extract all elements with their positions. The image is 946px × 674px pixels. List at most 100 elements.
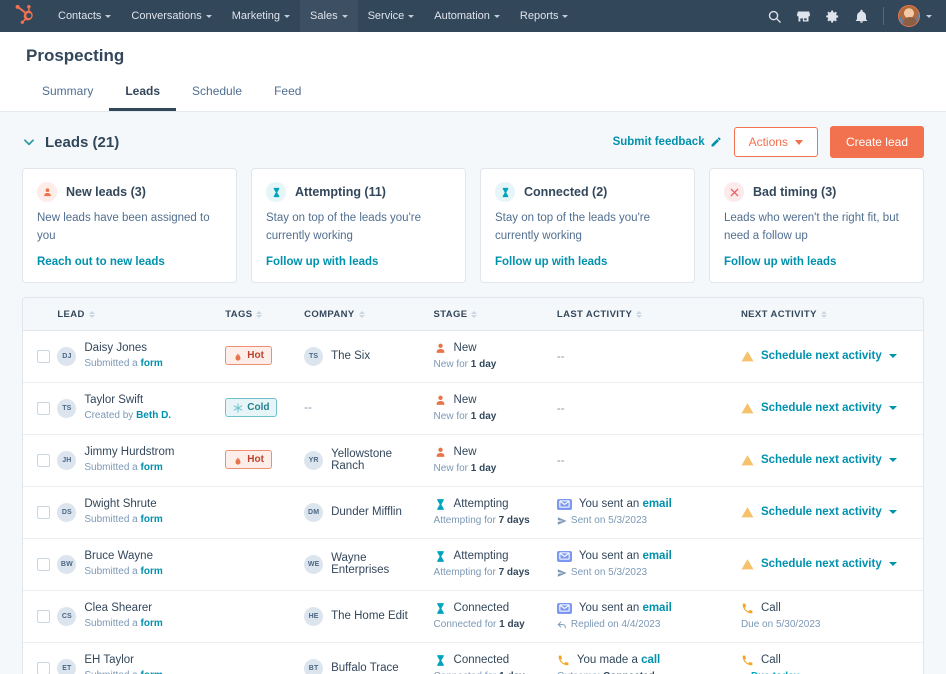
lead-name[interactable]: Dwight Shrute	[84, 497, 162, 513]
schedule-next-activity-button[interactable]: Schedule next activity	[741, 454, 917, 467]
row-checkbox[interactable]	[37, 558, 50, 571]
lead-name[interactable]: Clea Shearer	[84, 601, 162, 617]
lead-cell: DSDwight ShruteSubmitted a form	[57, 486, 225, 538]
stage-duration: New for 1 day	[434, 462, 551, 476]
company-name[interactable]: Dunder Mifflin	[331, 506, 402, 518]
last-activity-link[interactable]: call	[641, 654, 660, 666]
tags-cell: Hot	[225, 330, 304, 382]
nav-item-service[interactable]: Service	[358, 0, 425, 32]
column-header-company[interactable]: COMPANY	[304, 298, 433, 331]
column-header-last-activity[interactable]: LAST ACTIVITY	[557, 298, 741, 331]
lead-avatar: DJ	[57, 347, 76, 366]
schedule-next-activity-button[interactable]: Schedule next activity	[741, 350, 917, 363]
schedule-next-activity-button[interactable]: Schedule next activity	[741, 506, 917, 519]
schedule-next-activity-button[interactable]: Schedule next activity	[741, 558, 917, 571]
column-header-tags[interactable]: TAGS	[225, 298, 304, 331]
notifications-bell-icon[interactable]	[854, 9, 869, 24]
nav-item-automation[interactable]: Automation	[424, 0, 510, 32]
row-checkbox[interactable]	[37, 506, 50, 519]
table-row[interactable]: TSTaylor SwiftCreated by Beth D.Cold--Ne…	[23, 382, 923, 434]
marketplace-icon[interactable]	[796, 9, 811, 24]
lead-subtext-link[interactable]: form	[141, 566, 163, 577]
card-action-link[interactable]: Follow up with leads	[724, 256, 909, 268]
warning-triangle-icon	[741, 402, 754, 415]
column-header-lead[interactable]: LEAD	[57, 298, 225, 331]
column-header-stage[interactable]: STAGE	[434, 298, 557, 331]
search-icon[interactable]	[767, 9, 782, 24]
create-lead-button[interactable]: Create lead	[830, 126, 924, 158]
submit-feedback-link[interactable]: Submit feedback	[613, 136, 722, 148]
company-name[interactable]: Wayne Enterprises	[331, 552, 427, 576]
lead-subtext-link[interactable]: form	[141, 462, 163, 473]
schedule-next-activity-button[interactable]: Schedule next activity	[741, 402, 917, 415]
settings-gear-icon[interactable]	[825, 9, 840, 24]
nav-item-reports[interactable]: Reports	[510, 0, 579, 32]
tab-schedule[interactable]: Schedule	[176, 76, 258, 111]
column-header-next-activity[interactable]: NEXT ACTIVITY	[741, 298, 923, 331]
next-activity-main[interactable]: Call	[741, 600, 917, 616]
lead-subtext-link[interactable]: Beth D.	[136, 410, 171, 421]
lead-subtext-link[interactable]: form	[141, 618, 163, 629]
last-activity-link[interactable]: email	[642, 498, 671, 510]
company-cell: DMDunder Mifflin	[304, 486, 433, 538]
stage-duration: New for 1 day	[434, 358, 551, 372]
tag-cold[interactable]: Cold	[225, 398, 277, 417]
lead-subtext-link[interactable]: form	[141, 670, 163, 674]
last-activity-sub: Sent on 5/3/2023	[557, 514, 735, 528]
status-card-new-leads[interactable]: New leads (3) New leads have been assign…	[22, 168, 237, 283]
card-action-link[interactable]: Follow up with leads	[495, 256, 680, 268]
leads-action-group: Submit feedback Actions Create lead	[613, 126, 924, 158]
next-activity-label: Call	[761, 600, 781, 616]
tag-label: Hot	[247, 454, 264, 465]
card-action-link[interactable]: Follow up with leads	[266, 256, 451, 268]
table-row[interactable]: CSClea ShearerSubmitted a formHEThe Home…	[23, 590, 923, 642]
last-activity-main: You sent an email	[557, 600, 735, 616]
status-card-connected[interactable]: Connected (2) Stay on top of the leads y…	[480, 168, 695, 283]
lead-name[interactable]: Daisy Jones	[84, 341, 162, 357]
card-description: Leads who weren't the right fit, but nee…	[724, 210, 909, 246]
company-name[interactable]: The Home Edit	[331, 610, 408, 622]
tab-summary[interactable]: Summary	[26, 76, 109, 111]
tab-leads[interactable]: Leads	[109, 76, 176, 111]
nav-item-sales[interactable]: Sales	[300, 0, 358, 32]
chevron-down-icon[interactable]	[22, 135, 36, 149]
status-card-attempting[interactable]: Attempting (11) Stay on top of the leads…	[251, 168, 466, 283]
tag-hot[interactable]: Hot	[225, 346, 272, 365]
nav-item-marketing[interactable]: Marketing	[222, 0, 300, 32]
company-name[interactable]: Yellowstone Ranch	[331, 448, 427, 472]
lead-name[interactable]: Jimmy Hurdstrom	[84, 445, 174, 461]
last-activity-link[interactable]: email	[642, 602, 671, 614]
table-row[interactable]: JHJimmy HurdstromSubmitted a formHotYRYe…	[23, 434, 923, 486]
company-name[interactable]: The Six	[331, 350, 370, 362]
lead-subtext-link[interactable]: form	[141, 358, 163, 369]
lead-name[interactable]: Bruce Wayne	[84, 549, 162, 565]
next-activity-main[interactable]: Call	[741, 652, 917, 668]
table-row[interactable]: BWBruce WayneSubmitted a formWEWayne Ent…	[23, 538, 923, 590]
tag-hot[interactable]: Hot	[225, 450, 272, 469]
stage-label: New	[454, 392, 477, 408]
hourglass-icon	[266, 182, 286, 202]
table-row[interactable]: DSDwight ShruteSubmitted a form DMDunder …	[23, 486, 923, 538]
lead-subtext-link[interactable]: form	[141, 514, 163, 525]
lead-name[interactable]: Taylor Swift	[84, 393, 171, 409]
nav-item-contacts[interactable]: Contacts	[48, 0, 121, 32]
nav-item-conversations[interactable]: Conversations	[121, 0, 221, 32]
row-checkbox[interactable]	[37, 662, 50, 674]
table-row[interactable]: DJDaisy JonesSubmitted a formHotTSThe Si…	[23, 330, 923, 382]
tab-feed[interactable]: Feed	[258, 76, 317, 111]
last-activity-link[interactable]: email	[642, 550, 671, 562]
select-all-column	[23, 298, 57, 331]
user-account-menu[interactable]	[898, 5, 932, 27]
hubspot-logo-icon[interactable]	[14, 5, 36, 27]
table-row[interactable]: ETEH TaylorSubmitted a formBTBuffalo Tra…	[23, 642, 923, 674]
company-name[interactable]: Buffalo Trace	[331, 662, 399, 674]
status-card-bad-timing[interactable]: Bad timing (3) Leads who weren't the rig…	[709, 168, 924, 283]
row-checkbox[interactable]	[37, 610, 50, 623]
lead-name[interactable]: EH Taylor	[84, 653, 162, 669]
row-checkbox[interactable]	[37, 454, 50, 467]
row-checkbox[interactable]	[37, 402, 50, 415]
actions-button[interactable]: Actions	[734, 127, 818, 157]
row-checkbox[interactable]	[37, 350, 50, 363]
card-action-link[interactable]: Reach out to new leads	[37, 256, 222, 268]
tags-cell	[225, 486, 304, 538]
